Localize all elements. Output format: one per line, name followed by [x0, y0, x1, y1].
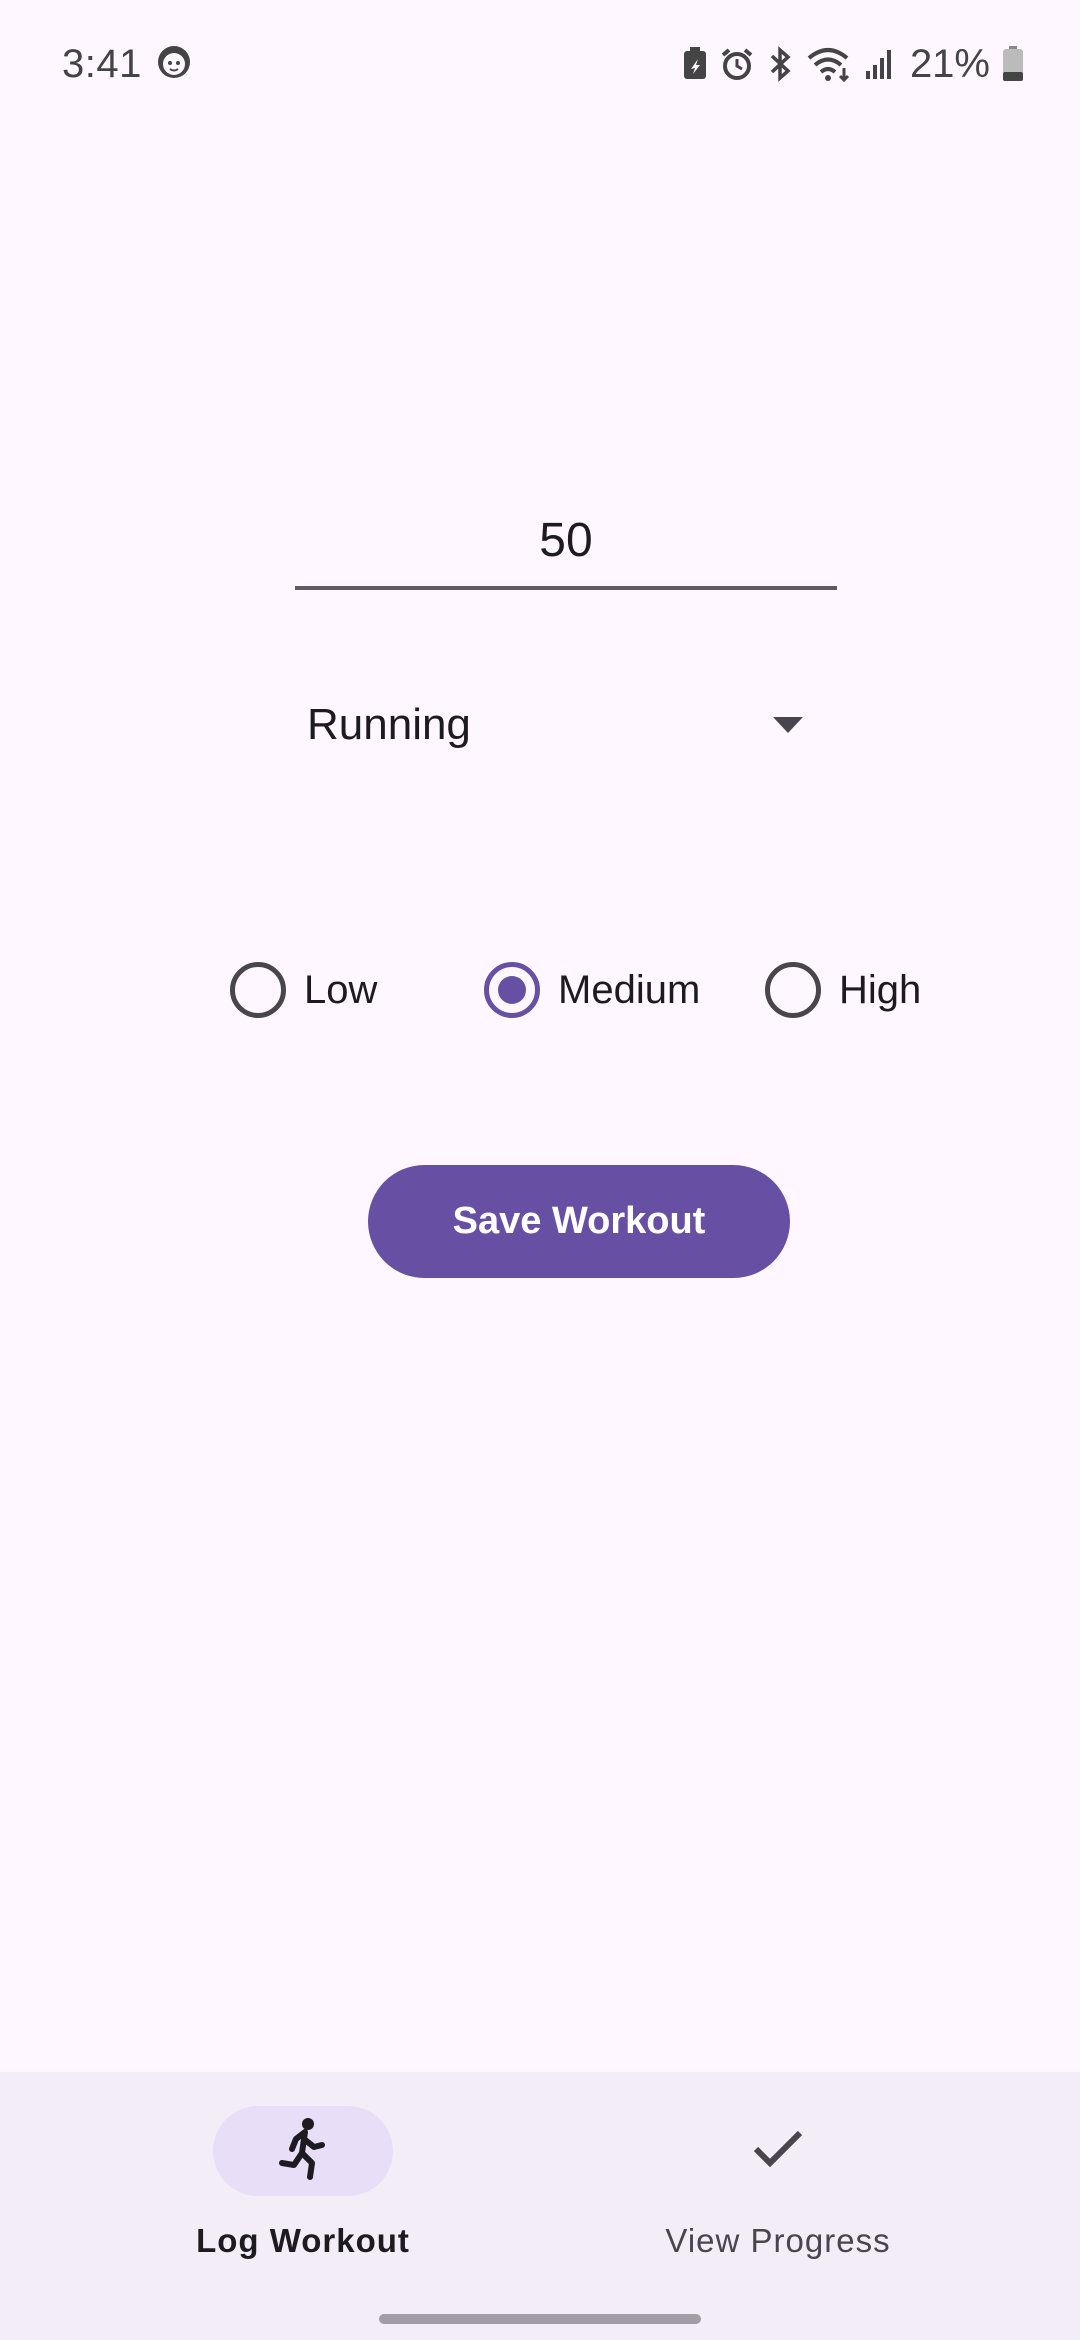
- radio-button-high[interactable]: [765, 962, 821, 1018]
- save-workout-button[interactable]: Save Workout: [368, 1165, 790, 1278]
- radio-option-medium[interactable]: Medium: [484, 950, 700, 1030]
- alarm-icon: [720, 47, 754, 81]
- duration-value: 50: [539, 514, 593, 567]
- nav-indicator: [688, 2106, 868, 2196]
- battery-saver-icon: [682, 47, 708, 81]
- duration-input[interactable]: 50: [295, 498, 837, 590]
- nav-active-indicator: [213, 2106, 393, 2196]
- radio-button-medium[interactable]: [484, 962, 540, 1018]
- radio-label-high: High: [839, 967, 922, 1012]
- nav-label-log-workout: Log Workout: [196, 2222, 410, 2259]
- dropdown-arrow-icon: [773, 717, 803, 733]
- radio-selected-dot: [498, 976, 526, 1004]
- radio-label-medium: Medium: [558, 967, 701, 1012]
- signal-icon: [864, 47, 894, 81]
- radio-option-high[interactable]: High: [765, 950, 921, 1030]
- intensity-radio-group: Low Medium High: [0, 950, 1080, 1030]
- face-icon: [156, 44, 192, 85]
- nav-label-view-progress: View Progress: [665, 2222, 891, 2259]
- battery-icon: [1002, 46, 1024, 82]
- nav-item-view-progress[interactable]: View Progress: [508, 2106, 1048, 2286]
- bottom-navigation: Log Workout View Progress: [0, 2072, 1080, 2340]
- activity-dropdown[interactable]: Running: [295, 680, 837, 770]
- activity-selected-value: Running: [307, 700, 471, 749]
- run-icon: [278, 2117, 328, 2186]
- gesture-navigation-bar[interactable]: [379, 2314, 701, 2324]
- status-right: 21%: [682, 42, 1024, 87]
- app-screen: 3:41 21% 50 Running Low Medium High Save…: [0, 0, 1080, 2340]
- nav-item-log-workout[interactable]: Log Workout: [33, 2106, 573, 2286]
- status-left: 3:41: [62, 42, 192, 87]
- status-time: 3:41: [62, 41, 142, 86]
- radio-option-low[interactable]: Low: [230, 950, 377, 1030]
- radio-button-low[interactable]: [230, 962, 286, 1018]
- radio-label-low: Low: [304, 967, 378, 1012]
- wifi-icon: [806, 46, 852, 82]
- bluetooth-icon: [766, 46, 794, 82]
- check-icon: [752, 2129, 804, 2174]
- status-bar: 3:41 21%: [0, 0, 1080, 128]
- battery-percent: 21%: [909, 41, 990, 86]
